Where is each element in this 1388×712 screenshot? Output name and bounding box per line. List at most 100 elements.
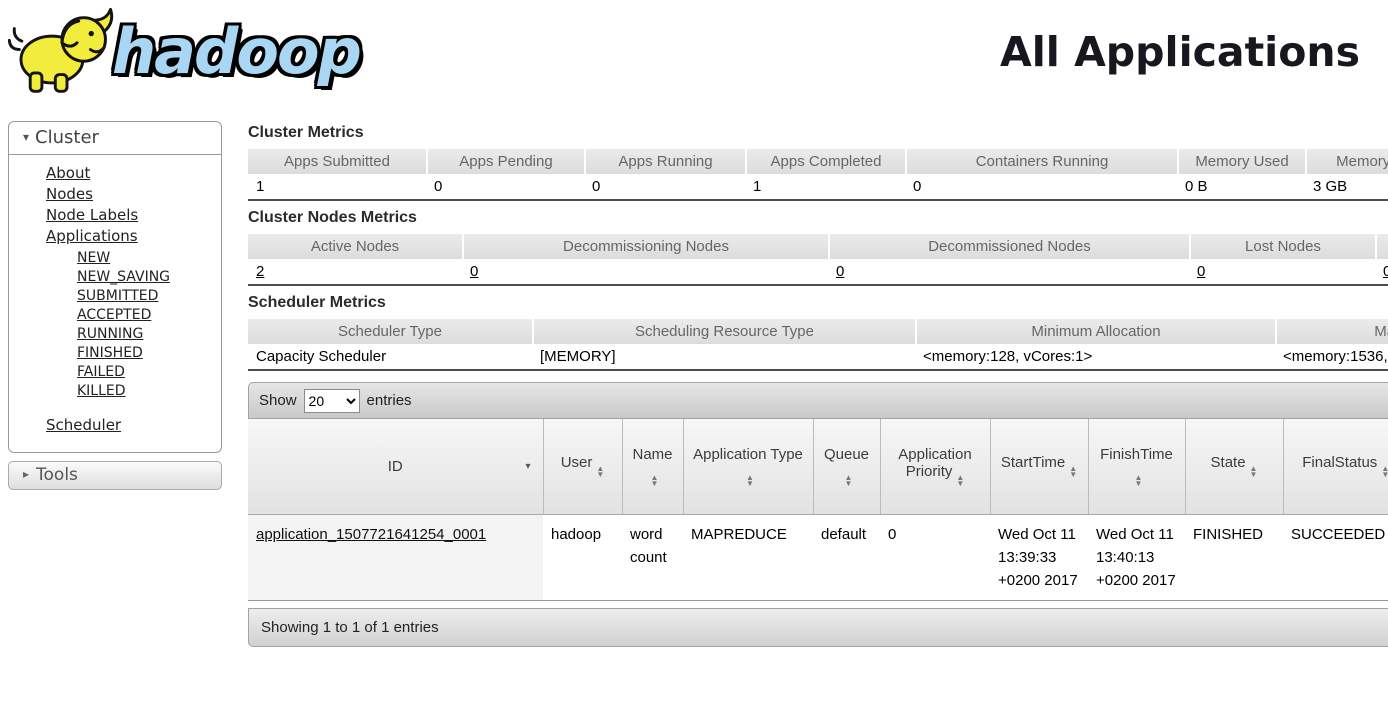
sidebar-item-running[interactable]: RUNNING: [77, 325, 221, 344]
sort-icon: ▲▼: [651, 475, 659, 487]
hadoop-logo-text: hadoop: [112, 12, 360, 92]
sort-icon: ▲▼: [746, 475, 754, 487]
sidebar-scheduler-wrap: Scheduler: [46, 415, 221, 436]
application-user-cell: hadoop: [543, 514, 622, 600]
col-maximum-allocation: Maximum Allocation: [1275, 319, 1388, 344]
col-id-sort[interactable]: ID ▾: [248, 419, 543, 514]
application-id-link[interactable]: application_1507721641254_0001: [256, 526, 486, 543]
col-state-sort[interactable]: State ▲▼: [1185, 419, 1283, 514]
cluster-nodes-value-row: 2 0 0 0 0: [248, 259, 1388, 286]
lost-nodes-link[interactable]: 0: [1197, 263, 1205, 280]
apps-running-value: 0: [584, 174, 745, 201]
cluster-metrics-header-row: Apps Submitted Apps Pending Apps Running…: [248, 149, 1388, 174]
hadoop-logo[interactable]: hadoop: [8, 6, 360, 98]
sidebar-item-finished[interactable]: FINISHED: [77, 344, 221, 363]
sidebar-cluster-header[interactable]: ▾Cluster: [9, 122, 221, 155]
decommissioning-nodes-value: 0: [462, 259, 828, 286]
col-user-sort[interactable]: User▲▼: [543, 419, 622, 514]
applications-section: Show 20 entries ID ▾ User▲▼ Name▲▼ Appli…: [248, 382, 1388, 647]
unhealthy-nodes-link[interactable]: 0: [1383, 263, 1388, 280]
col-decommissioned-nodes: Decommissioned Nodes: [828, 234, 1189, 259]
sidebar-item-submitted[interactable]: SUBMITTED: [77, 287, 221, 306]
col-queue-sort[interactable]: Queue▲▼: [813, 419, 880, 514]
sort-icon: ▲▼: [1250, 466, 1258, 478]
scheduler-metrics-value-row: Capacity Scheduler [MEMORY] <memory:128,…: [248, 344, 1388, 371]
maximum-allocation-value: <memory:1536, vCores:4>: [1275, 344, 1388, 371]
sort-icon: ▲▼: [1381, 466, 1388, 478]
unhealthy-nodes-value: 0: [1375, 259, 1388, 286]
application-type-cell: MAPREDUCE: [683, 514, 813, 600]
col-scheduling-resource-type: Scheduling Resource Type: [532, 319, 915, 344]
hadoop-elephant-icon: [8, 6, 126, 98]
applications-table: ID ▾ User▲▼ Name▲▼ Application Type▲▼ Qu…: [248, 419, 1388, 601]
cluster-nodes-metrics-title: Cluster Nodes Metrics: [248, 209, 1388, 227]
scheduler-type-value: Capacity Scheduler: [248, 344, 532, 371]
sidebar-item-killed[interactable]: KILLED: [77, 382, 221, 401]
sidebar-item-applications[interactable]: Applications: [46, 226, 221, 247]
scheduler-metrics-table: Scheduler Type Scheduling Resource Type …: [248, 319, 1388, 371]
sidebar-cluster-section: ▾Cluster About Nodes Node Labels Applica…: [8, 121, 222, 453]
col-apps-running: Apps Running: [584, 149, 745, 174]
sidebar-application-states: NEW NEW_SAVING SUBMITTED ACCEPTED RUNNIN…: [77, 249, 221, 401]
sidebar-cluster-links: About Nodes Node Labels Applications NEW…: [9, 155, 221, 436]
sidebar-item-node-labels[interactable]: Node Labels: [46, 205, 221, 226]
col-name-label: Name: [632, 446, 672, 463]
col-finalstatus-label: FinalStatus: [1302, 454, 1377, 471]
cluster-metrics-table: Apps Submitted Apps Pending Apps Running…: [248, 149, 1388, 201]
sidebar-item-accepted[interactable]: ACCEPTED: [77, 306, 221, 325]
col-user-label: User: [561, 454, 593, 471]
col-name-sort[interactable]: Name ▲▼: [622, 419, 683, 514]
apps-completed-value: 1: [745, 174, 905, 201]
entries-label: entries: [367, 392, 412, 409]
decommissioning-nodes-link[interactable]: 0: [470, 263, 478, 280]
sidebar-item-new[interactable]: NEW: [77, 249, 221, 268]
cluster-metrics-value-row: 1 0 0 1 0 0 B 3 GB: [248, 174, 1388, 201]
cluster-nodes-header-row: Active Nodes Decommissioning Nodes Decom…: [248, 234, 1388, 259]
cluster-metrics-title: Cluster Metrics: [248, 124, 1388, 142]
col-application-priority-sort[interactable]: Application Priority▲▼: [880, 419, 990, 514]
col-containers-running: Containers Running: [905, 149, 1177, 174]
col-finishtime-sort[interactable]: FinishTime▲▼: [1088, 419, 1185, 514]
decommissioned-nodes-link[interactable]: 0: [836, 263, 844, 280]
col-id-label: ID: [388, 458, 403, 475]
containers-running-value: 0: [905, 174, 1177, 201]
apps-submitted-value: 1: [248, 174, 426, 201]
col-application-type-sort[interactable]: Application Type▲▼: [683, 419, 813, 514]
col-unhealthy-nodes: Unhealthy Nodes: [1375, 234, 1388, 259]
col-starttime-sort[interactable]: StartTime ▲▼: [990, 419, 1088, 514]
cluster-nodes-metrics-table: Active Nodes Decommissioning Nodes Decom…: [248, 234, 1388, 286]
page-size-select[interactable]: 20: [304, 389, 360, 413]
active-nodes-link[interactable]: 2: [256, 263, 264, 280]
memory-total-value: 3 GB: [1305, 174, 1388, 201]
application-queue-cell: default: [813, 514, 880, 600]
sort-icon: ▲▼: [596, 466, 604, 478]
col-active-nodes: Active Nodes: [248, 234, 462, 259]
sidebar-item-new-saving[interactable]: NEW_SAVING: [77, 268, 221, 287]
sort-icon: ▲▼: [956, 475, 964, 487]
content-area: ▾Cluster About Nodes Node Labels Applica…: [0, 112, 1388, 647]
sidebar-item-about[interactable]: About: [46, 163, 221, 184]
sidebar-tools-section[interactable]: ▸Tools: [8, 461, 222, 490]
lost-nodes-value: 0: [1189, 259, 1375, 286]
col-finalstatus-sort[interactable]: FinalStatus ▲▼: [1283, 419, 1388, 514]
sidebar-item-scheduler[interactable]: Scheduler: [46, 415, 221, 436]
sidebar-tools-label: Tools: [36, 465, 78, 485]
sidebar: ▾Cluster About Nodes Node Labels Applica…: [8, 121, 222, 490]
page-title: All Applications: [1000, 28, 1360, 76]
sidebar-item-nodes[interactable]: Nodes: [46, 184, 221, 205]
col-starttime-label: StartTime: [1001, 454, 1065, 471]
table-info: Showing 1 to 1 of 1 entries: [248, 608, 1388, 647]
page-header: hadoop All Applications: [0, 0, 1388, 112]
sort-icon: ▲▼: [1069, 466, 1077, 478]
memory-used-value: 0 B: [1177, 174, 1305, 201]
application-state-cell: FINISHED: [1185, 514, 1283, 600]
yarn-all-applications-page: { "header": { "logo_text": "hadoop", "ti…: [0, 0, 1388, 712]
col-finishtime-label: FinishTime: [1100, 446, 1173, 463]
sort-icon: ▲▼: [845, 475, 853, 487]
col-lost-nodes: Lost Nodes: [1189, 234, 1375, 259]
sidebar-item-failed[interactable]: FAILED: [77, 363, 221, 382]
col-state-label: State: [1211, 454, 1246, 471]
col-apps-pending: Apps Pending: [426, 149, 584, 174]
application-finalstatus-cell: SUCCEEDED: [1283, 514, 1388, 600]
sort-descending-icon: ▾: [525, 461, 530, 472]
